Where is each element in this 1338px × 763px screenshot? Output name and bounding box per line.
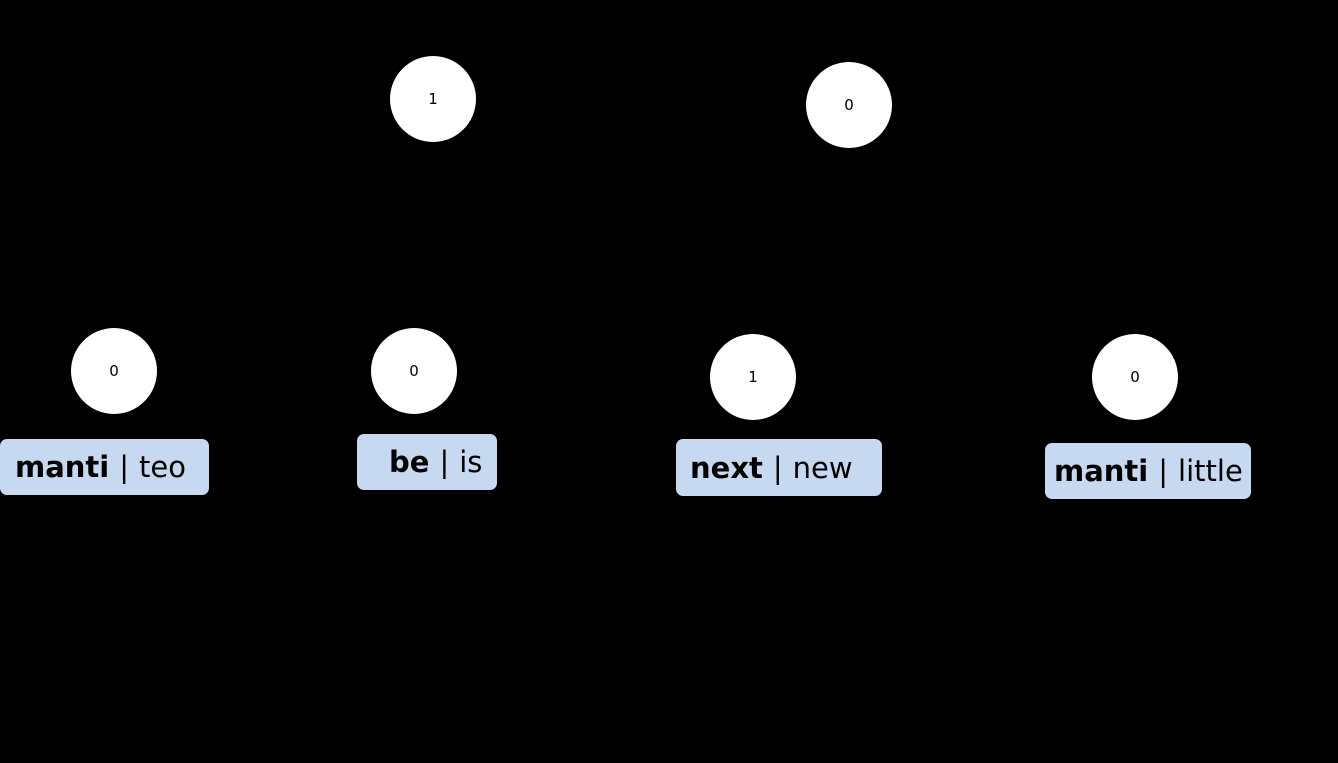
leaf-node-3: 1	[710, 334, 796, 420]
separator: |	[119, 450, 130, 484]
word-pair-label-3: next | new	[676, 439, 882, 496]
leaf-node-2: 0	[371, 328, 457, 414]
node-value: 1	[428, 90, 438, 108]
separator: |	[1158, 454, 1169, 488]
top-node-2: 0	[806, 62, 892, 148]
node-value: 0	[844, 96, 854, 114]
source-word: be	[389, 445, 430, 479]
separator: |	[439, 445, 450, 479]
target-word: teo	[139, 450, 186, 484]
node-value: 0	[409, 362, 419, 380]
word-pair-label-2: be | is	[357, 434, 497, 490]
target-word: is	[459, 445, 483, 479]
node-value: 0	[1130, 368, 1140, 386]
source-word: manti	[15, 450, 110, 484]
target-word: little	[1178, 454, 1243, 488]
node-value: 1	[748, 368, 758, 386]
word-pair-label-1: manti | teo	[0, 439, 209, 495]
top-node-1: 1	[390, 56, 476, 142]
source-word: manti	[1054, 454, 1149, 488]
node-value: 0	[109, 362, 119, 380]
separator: |	[772, 450, 783, 485]
word-pair-label-4: manti | little	[1045, 443, 1251, 499]
leaf-node-1: 0	[71, 328, 157, 414]
target-word: new	[792, 450, 853, 485]
leaf-node-4: 0	[1092, 334, 1178, 420]
source-word: next	[690, 450, 763, 485]
